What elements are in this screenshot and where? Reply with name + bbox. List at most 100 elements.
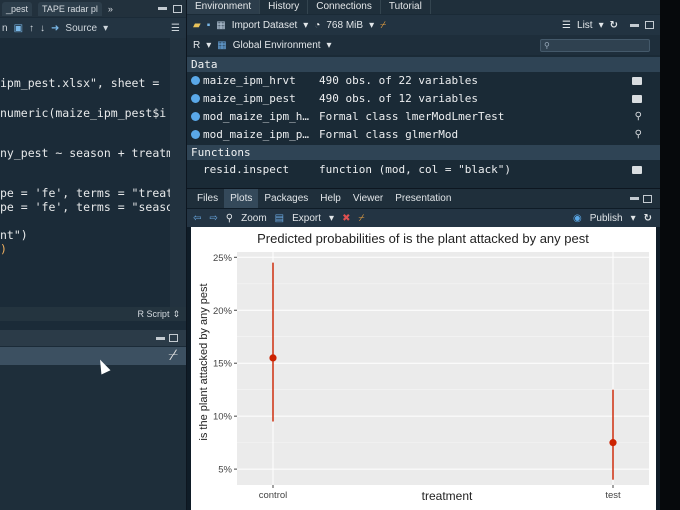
view-source-icon[interactable]: [632, 165, 642, 174]
refresh-icon[interactable]: ↻: [644, 213, 652, 224]
environment-row[interactable]: mod_maize_ipm_h… Formal class lmerModLme…: [187, 108, 660, 125]
code-line[interactable]: pe = 'fe', terms = "seaso: [0, 200, 186, 214]
object-name: maize_ipm_hrvt: [203, 74, 296, 87]
object-value: Formal class glmerMod: [319, 128, 459, 141]
environment-scope-bar: R ▾ ▦ Global Environment ▾ ⚲: [187, 35, 660, 55]
maximize-console-icon[interactable]: [169, 334, 178, 342]
forward-arrow-icon[interactable]: ⇨: [209, 213, 217, 224]
tab-files[interactable]: Files: [191, 189, 224, 208]
chevron-down-icon[interactable]: ▾: [369, 20, 374, 31]
maximize-pane-icon[interactable]: [173, 4, 182, 13]
tab-history[interactable]: History: [260, 0, 309, 14]
x-axis-label: treatment: [422, 489, 473, 503]
plot-viewer[interactable]: 5% 10% 15% 20% 25% control test Predicted pro…: [191, 227, 656, 510]
view-mode-select[interactable]: List: [577, 20, 593, 31]
editor-tab-pest[interactable]: _pest: [2, 1, 33, 16]
object-value: function (mod, col = "black"): [319, 163, 512, 176]
editor-tab-bar: _pest TAPE radar pl »: [0, 0, 186, 17]
minimize-pane-icon[interactable]: [158, 7, 167, 10]
environment-icon: ▦: [217, 39, 227, 51]
broom-icon[interactable]: ⌿: [358, 213, 364, 224]
chart-title: Predicted probabilities of is the plant …: [257, 231, 589, 246]
environment-search-input[interactable]: ⚲: [540, 38, 650, 52]
tab-packages[interactable]: Packages: [258, 189, 314, 208]
tab-environment[interactable]: Environment: [187, 0, 261, 14]
tab-viewer[interactable]: Viewer: [347, 189, 389, 208]
minimize-pane-icon[interactable]: [630, 197, 639, 200]
minimize-console-icon[interactable]: [156, 336, 165, 340]
minimize-pane-icon[interactable]: [630, 23, 639, 27]
environment-row[interactable]: maize_ipm_pest 490 obs. of 12 variables: [187, 90, 660, 107]
remove-plot-icon[interactable]: ✖: [342, 213, 350, 224]
code-line[interactable]: pe = 'fe', terms = "treat: [0, 186, 186, 200]
inspect-magnifier-icon[interactable]: ⚲: [635, 111, 642, 122]
chevron-down-icon[interactable]: ▾: [103, 23, 108, 34]
save-icon[interactable]: ▪: [207, 20, 211, 31]
file-type-indicator[interactable]: R Script ⇕: [0, 307, 186, 321]
outline-icon[interactable]: ☰: [171, 23, 180, 34]
console-area[interactable]: [0, 357, 186, 510]
code-line[interactable]: nt"): [0, 228, 186, 242]
object-name: mod_maize_ipm_p…: [203, 128, 309, 141]
chevron-down-icon[interactable]: ▾: [329, 213, 334, 224]
broom-icon[interactable]: ⌿: [380, 20, 386, 31]
maximize-pane-icon[interactable]: [643, 194, 652, 203]
up-arrow-icon[interactable]: ↑: [29, 23, 34, 34]
code-line[interactable]: numeric(maize_ipm_pest$i: [0, 106, 186, 120]
editor-toolbar: n ▣ ↑ ↓ ➜ Source ▾ ☰: [0, 18, 186, 38]
zoom-magnifier-icon: ⚲: [225, 212, 234, 224]
broom-icon[interactable]: ⌿: [168, 347, 178, 365]
more-tabs-icon[interactable]: »: [108, 4, 113, 14]
maximize-pane-icon[interactable]: [645, 21, 654, 29]
expand-icon[interactable]: [191, 112, 200, 121]
expand-icon[interactable]: [191, 94, 200, 103]
zoom-button[interactable]: Zoom: [241, 213, 267, 224]
chevron-down-icon[interactable]: ▾: [631, 213, 636, 224]
data-section-header: Data: [187, 57, 660, 72]
chevron-down-icon[interactable]: ▾: [327, 40, 332, 51]
tab-tutorial[interactable]: Tutorial: [381, 0, 431, 14]
tab-presentation[interactable]: Presentation: [389, 189, 457, 208]
environment-row[interactable]: maize_ipm_hrvt 490 obs. of 22 variables: [187, 72, 660, 89]
y-tick-label: 20%: [213, 306, 233, 317]
goto-icon[interactable]: ▣: [14, 23, 23, 34]
environment-row[interactable]: resid.inspect function (mod, col = "blac…: [187, 161, 660, 178]
export-button[interactable]: Export: [292, 213, 321, 224]
import-dataset-button[interactable]: Import Dataset: [232, 20, 298, 31]
environment-row[interactable]: mod_maize_ipm_p… Formal class glmerMod ⚲: [187, 126, 660, 143]
object-value: 490 obs. of 12 variables: [319, 92, 478, 105]
grid-icon[interactable]: ▦: [216, 20, 225, 31]
code-line[interactable]: ): [0, 242, 186, 256]
y-tick-label: 15%: [213, 359, 233, 370]
tab-plots[interactable]: Plots: [224, 189, 259, 208]
code-line[interactable]: ipm_pest.xlsx", sheet =: [0, 76, 186, 90]
scope-select[interactable]: Global Environment: [233, 40, 321, 51]
expand-icon[interactable]: [191, 76, 200, 85]
source-button[interactable]: Source: [65, 23, 97, 34]
inspect-magnifier-icon[interactable]: ⚲: [635, 129, 642, 140]
down-arrow-icon[interactable]: ↓: [40, 23, 45, 34]
table-view-icon[interactable]: [632, 76, 642, 85]
chevron-down-icon[interactable]: ▾: [206, 40, 211, 51]
expand-icon[interactable]: [191, 130, 200, 139]
language-select[interactable]: R: [193, 40, 200, 51]
publish-icon: ◉: [573, 212, 582, 224]
back-arrow-icon[interactable]: ⇦: [193, 213, 201, 224]
chevron-down-icon[interactable]: ▾: [303, 20, 308, 31]
source-arrow-icon[interactable]: ➜: [51, 23, 59, 34]
editor-tab-tape-radar[interactable]: TAPE radar pl: [38, 1, 102, 16]
table-view-icon[interactable]: [632, 94, 642, 103]
editor-scrollbar[interactable]: [170, 38, 186, 308]
publish-button[interactable]: Publish: [590, 213, 623, 224]
tab-connections[interactable]: Connections: [308, 0, 381, 14]
tab-help[interactable]: Help: [314, 189, 347, 208]
chevron-down-icon[interactable]: ▾: [599, 20, 604, 31]
refresh-icon[interactable]: ↻: [610, 20, 618, 31]
memory-usage[interactable]: 768 MiB: [326, 20, 363, 31]
list-view-icon[interactable]: ☰: [562, 20, 571, 31]
console-toolbar: ⌿: [0, 347, 186, 365]
open-folder-icon[interactable]: ▰: [193, 20, 201, 31]
code-line[interactable]: ny_pest ~ season + treatm: [0, 146, 186, 160]
editor-prefix: n: [2, 22, 8, 34]
environment-tab-bar: Environment History Connections Tutorial: [187, 0, 660, 14]
